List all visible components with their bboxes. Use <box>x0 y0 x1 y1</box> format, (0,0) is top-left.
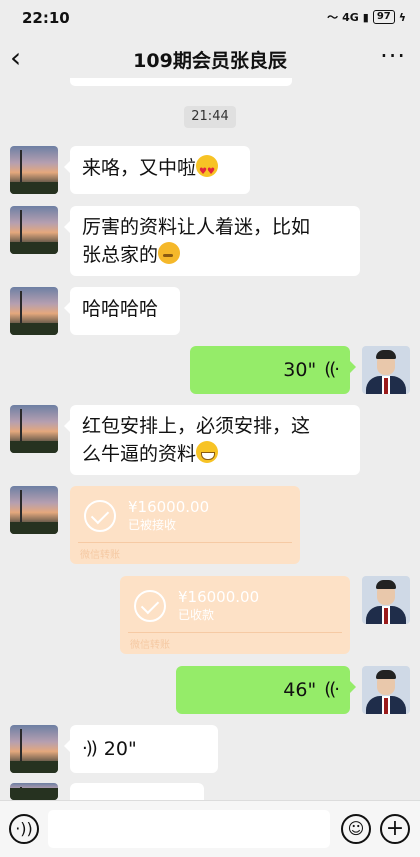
timestamp-divider: 21:44 <box>184 106 236 128</box>
message-text: 张总家的 <box>82 244 159 266</box>
message-bubble[interactable]: 哈哈哈哈 <box>64 287 180 335</box>
plus-button[interactable]: + <box>380 814 410 844</box>
message-bubble-partial <box>70 78 292 86</box>
status-time: 22:10 <box>22 9 70 27</box>
voice-message[interactable]: ·)) 20" <box>64 725 218 773</box>
contact-avatar[interactable] <box>10 725 58 773</box>
grin-emoji-icon <box>196 441 219 463</box>
voice-duration: 46" <box>283 679 317 701</box>
plus-icon: + <box>385 816 405 841</box>
message-text: 哈哈哈哈 <box>82 298 159 320</box>
more-icon: ··· <box>380 42 406 70</box>
back-button[interactable]: ‹ <box>10 42 40 78</box>
battery-icon: 97 <box>372 10 395 24</box>
contact-avatar[interactable] <box>10 405 58 453</box>
transfer-source: 微信转账 <box>80 550 120 561</box>
my-avatar[interactable] <box>362 346 410 394</box>
voice-icon: ·)) <box>15 819 33 838</box>
message-text: 厉害的资料让人着迷，比如 <box>82 216 311 238</box>
input-bar: ·)) ☺ + <box>0 800 420 857</box>
chevron-left-icon: ‹ <box>10 41 22 74</box>
contact-avatar[interactable] <box>10 486 58 534</box>
emoji-button[interactable]: ☺ <box>341 814 371 844</box>
signal-icon: ▮ <box>362 10 369 24</box>
message-bubble[interactable]: 红包安排上，必须安排，这 么牛逼的资料 <box>64 405 360 475</box>
voice-message[interactable]: 46" ((· <box>176 666 356 714</box>
more-button[interactable]: ··· <box>380 42 406 70</box>
voice-wave-icon: ((· <box>324 359 340 380</box>
voice-duration: 30" <box>283 359 317 381</box>
emoji-icon: ☺ <box>347 819 365 838</box>
chat-title: 109期会员张良辰 <box>133 50 287 72</box>
divider <box>78 542 292 543</box>
contact-avatar[interactable] <box>10 206 58 254</box>
voice-message[interactable]: 30" ((· <box>190 346 356 394</box>
message-bubble[interactable]: 厉害的资料让人着迷，比如 张总家的 <box>64 206 360 276</box>
message-input[interactable] <box>48 810 330 848</box>
contact-avatar[interactable] <box>10 783 58 800</box>
contact-avatar[interactable] <box>10 287 58 335</box>
voice-wave-icon: ((· <box>324 679 340 700</box>
divider <box>128 632 342 633</box>
transfer-source: 微信转账 <box>130 640 170 651</box>
check-circle-icon <box>84 500 116 532</box>
message-text: 么牛逼的资料 <box>82 443 197 465</box>
voice-duration: 20" <box>103 738 137 760</box>
transfer-amount: ¥16000.00 <box>128 498 210 516</box>
chat-header: ‹ 109期会员张良辰 ··· <box>0 38 420 82</box>
my-avatar[interactable] <box>362 576 410 624</box>
voice-wave-icon: ·)) <box>82 738 98 759</box>
message-text: 红包安排上，必须安排，这 <box>82 415 311 437</box>
contact-avatar[interactable] <box>10 146 58 194</box>
transfer-card[interactable]: ¥16000.00 已收款 微信转账 <box>120 576 350 654</box>
voice-toggle-button[interactable]: ·)) <box>9 814 39 844</box>
message-text: 来咯，又中啦 <box>82 157 197 179</box>
wifi-icon: 〜 <box>327 11 339 24</box>
transfer-amount: ¥16000.00 <box>178 588 260 606</box>
transfer-status: 已收款 <box>178 608 215 622</box>
transfer-status: 已被接收 <box>128 518 177 532</box>
status-bar: 22:10 〜 4G ▮ 97 ϟ <box>0 0 420 36</box>
status-icons: 〜 4G ▮ 97 ϟ <box>327 9 406 25</box>
transfer-card[interactable]: ¥16000.00 已被接收 微信转账 <box>70 486 300 564</box>
check-circle-icon <box>134 590 166 622</box>
thinking-emoji-icon <box>158 242 181 264</box>
heart-eyes-emoji-icon <box>196 155 219 187</box>
my-avatar[interactable] <box>362 666 410 714</box>
message-bubble[interactable]: 来咯，又中啦 <box>64 146 250 194</box>
network-label: 4G <box>342 10 359 24</box>
charging-icon: ϟ <box>398 10 406 24</box>
